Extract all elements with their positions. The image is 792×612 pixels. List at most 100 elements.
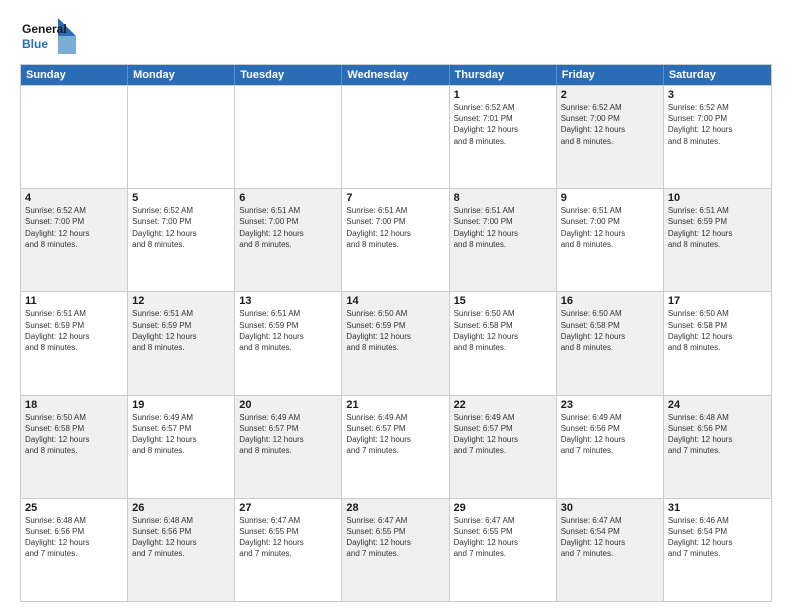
day-number: 29 [454, 502, 552, 514]
day-number: 12 [132, 295, 230, 307]
day-info: Sunrise: 6:51 AM Sunset: 6:59 PM Dayligh… [25, 308, 123, 353]
day-number: 20 [239, 399, 337, 411]
day-info: Sunrise: 6:49 AM Sunset: 6:57 PM Dayligh… [239, 412, 337, 457]
day-number: 25 [25, 502, 123, 514]
calendar-cell: 27Sunrise: 6:47 AM Sunset: 6:55 PM Dayli… [235, 499, 342, 601]
day-number: 13 [239, 295, 337, 307]
day-info: Sunrise: 6:47 AM Sunset: 6:55 PM Dayligh… [346, 515, 444, 560]
calendar-cell: 11Sunrise: 6:51 AM Sunset: 6:59 PM Dayli… [21, 292, 128, 394]
day-info: Sunrise: 6:49 AM Sunset: 6:57 PM Dayligh… [454, 412, 552, 457]
calendar-cell [342, 86, 449, 188]
day-header-sunday: Sunday [21, 65, 128, 85]
day-info: Sunrise: 6:51 AM Sunset: 6:59 PM Dayligh… [132, 308, 230, 353]
calendar-cell: 25Sunrise: 6:48 AM Sunset: 6:56 PM Dayli… [21, 499, 128, 601]
day-info: Sunrise: 6:46 AM Sunset: 6:54 PM Dayligh… [668, 515, 767, 560]
calendar: SundayMondayTuesdayWednesdayThursdayFrid… [20, 64, 772, 602]
calendar-cell: 31Sunrise: 6:46 AM Sunset: 6:54 PM Dayli… [664, 499, 771, 601]
day-number: 23 [561, 399, 659, 411]
day-info: Sunrise: 6:52 AM Sunset: 7:01 PM Dayligh… [454, 102, 552, 147]
calendar-cell: 29Sunrise: 6:47 AM Sunset: 6:55 PM Dayli… [450, 499, 557, 601]
day-number: 19 [132, 399, 230, 411]
calendar-header: SundayMondayTuesdayWednesdayThursdayFrid… [21, 65, 771, 85]
day-number: 3 [668, 89, 767, 101]
calendar-cell: 16Sunrise: 6:50 AM Sunset: 6:58 PM Dayli… [557, 292, 664, 394]
day-number: 18 [25, 399, 123, 411]
day-header-tuesday: Tuesday [235, 65, 342, 85]
day-info: Sunrise: 6:49 AM Sunset: 6:56 PM Dayligh… [561, 412, 659, 457]
calendar-cell: 5Sunrise: 6:52 AM Sunset: 7:00 PM Daylig… [128, 189, 235, 291]
day-number: 15 [454, 295, 552, 307]
calendar-cell: 7Sunrise: 6:51 AM Sunset: 7:00 PM Daylig… [342, 189, 449, 291]
day-header-thursday: Thursday [450, 65, 557, 85]
day-info: Sunrise: 6:52 AM Sunset: 7:00 PM Dayligh… [132, 205, 230, 250]
calendar-cell: 21Sunrise: 6:49 AM Sunset: 6:57 PM Dayli… [342, 396, 449, 498]
day-number: 2 [561, 89, 659, 101]
day-info: Sunrise: 6:48 AM Sunset: 6:56 PM Dayligh… [25, 515, 123, 560]
calendar-cell [235, 86, 342, 188]
day-info: Sunrise: 6:52 AM Sunset: 7:00 PM Dayligh… [25, 205, 123, 250]
calendar-body: 1Sunrise: 6:52 AM Sunset: 7:01 PM Daylig… [21, 85, 771, 601]
day-number: 17 [668, 295, 767, 307]
day-info: Sunrise: 6:50 AM Sunset: 6:59 PM Dayligh… [346, 308, 444, 353]
calendar-cell: 24Sunrise: 6:48 AM Sunset: 6:56 PM Dayli… [664, 396, 771, 498]
day-info: Sunrise: 6:52 AM Sunset: 7:00 PM Dayligh… [668, 102, 767, 147]
day-number: 10 [668, 192, 767, 204]
day-number: 5 [132, 192, 230, 204]
day-header-saturday: Saturday [664, 65, 771, 85]
day-info: Sunrise: 6:50 AM Sunset: 6:58 PM Dayligh… [668, 308, 767, 353]
day-info: Sunrise: 6:51 AM Sunset: 6:59 PM Dayligh… [239, 308, 337, 353]
calendar-cell: 1Sunrise: 6:52 AM Sunset: 7:01 PM Daylig… [450, 86, 557, 188]
day-number: 11 [25, 295, 123, 307]
day-info: Sunrise: 6:51 AM Sunset: 6:59 PM Dayligh… [668, 205, 767, 250]
day-header-wednesday: Wednesday [342, 65, 449, 85]
day-number: 21 [346, 399, 444, 411]
day-number: 24 [668, 399, 767, 411]
day-number: 30 [561, 502, 659, 514]
day-info: Sunrise: 6:47 AM Sunset: 6:55 PM Dayligh… [239, 515, 337, 560]
day-info: Sunrise: 6:48 AM Sunset: 6:56 PM Dayligh… [668, 412, 767, 457]
calendar-cell: 6Sunrise: 6:51 AM Sunset: 7:00 PM Daylig… [235, 189, 342, 291]
calendar-cell: 22Sunrise: 6:49 AM Sunset: 6:57 PM Dayli… [450, 396, 557, 498]
calendar-cell: 17Sunrise: 6:50 AM Sunset: 6:58 PM Dayli… [664, 292, 771, 394]
day-number: 8 [454, 192, 552, 204]
day-info: Sunrise: 6:50 AM Sunset: 6:58 PM Dayligh… [454, 308, 552, 353]
calendar-cell: 3Sunrise: 6:52 AM Sunset: 7:00 PM Daylig… [664, 86, 771, 188]
day-number: 31 [668, 502, 767, 514]
day-number: 4 [25, 192, 123, 204]
day-number: 28 [346, 502, 444, 514]
day-number: 22 [454, 399, 552, 411]
day-info: Sunrise: 6:51 AM Sunset: 7:00 PM Dayligh… [239, 205, 337, 250]
day-info: Sunrise: 6:51 AM Sunset: 7:00 PM Dayligh… [454, 205, 552, 250]
day-number: 6 [239, 192, 337, 204]
day-info: Sunrise: 6:51 AM Sunset: 7:00 PM Dayligh… [561, 205, 659, 250]
calendar-cell [128, 86, 235, 188]
calendar-cell: 10Sunrise: 6:51 AM Sunset: 6:59 PM Dayli… [664, 189, 771, 291]
day-info: Sunrise: 6:50 AM Sunset: 6:58 PM Dayligh… [25, 412, 123, 457]
header: GeneralBlue [20, 16, 772, 56]
day-info: Sunrise: 6:50 AM Sunset: 6:58 PM Dayligh… [561, 308, 659, 353]
calendar-row-1: 1Sunrise: 6:52 AM Sunset: 7:01 PM Daylig… [21, 85, 771, 188]
calendar-cell [21, 86, 128, 188]
calendar-cell: 20Sunrise: 6:49 AM Sunset: 6:57 PM Dayli… [235, 396, 342, 498]
calendar-cell: 19Sunrise: 6:49 AM Sunset: 6:57 PM Dayli… [128, 396, 235, 498]
calendar-cell: 4Sunrise: 6:52 AM Sunset: 7:00 PM Daylig… [21, 189, 128, 291]
day-info: Sunrise: 6:47 AM Sunset: 6:55 PM Dayligh… [454, 515, 552, 560]
calendar-cell: 15Sunrise: 6:50 AM Sunset: 6:58 PM Dayli… [450, 292, 557, 394]
calendar-row-5: 25Sunrise: 6:48 AM Sunset: 6:56 PM Dayli… [21, 498, 771, 601]
day-number: 1 [454, 89, 552, 101]
calendar-cell: 18Sunrise: 6:50 AM Sunset: 6:58 PM Dayli… [21, 396, 128, 498]
day-info: Sunrise: 6:48 AM Sunset: 6:56 PM Dayligh… [132, 515, 230, 560]
day-header-monday: Monday [128, 65, 235, 85]
calendar-row-2: 4Sunrise: 6:52 AM Sunset: 7:00 PM Daylig… [21, 188, 771, 291]
page: GeneralBlue SundayMondayTuesdayWednesday… [0, 0, 792, 612]
calendar-cell: 26Sunrise: 6:48 AM Sunset: 6:56 PM Dayli… [128, 499, 235, 601]
day-info: Sunrise: 6:49 AM Sunset: 6:57 PM Dayligh… [132, 412, 230, 457]
day-number: 16 [561, 295, 659, 307]
calendar-cell: 28Sunrise: 6:47 AM Sunset: 6:55 PM Dayli… [342, 499, 449, 601]
logo-svg: GeneralBlue [20, 16, 80, 56]
day-info: Sunrise: 6:49 AM Sunset: 6:57 PM Dayligh… [346, 412, 444, 457]
svg-text:General: General [22, 22, 67, 36]
calendar-cell: 14Sunrise: 6:50 AM Sunset: 6:59 PM Dayli… [342, 292, 449, 394]
calendar-cell: 30Sunrise: 6:47 AM Sunset: 6:54 PM Dayli… [557, 499, 664, 601]
calendar-cell: 23Sunrise: 6:49 AM Sunset: 6:56 PM Dayli… [557, 396, 664, 498]
